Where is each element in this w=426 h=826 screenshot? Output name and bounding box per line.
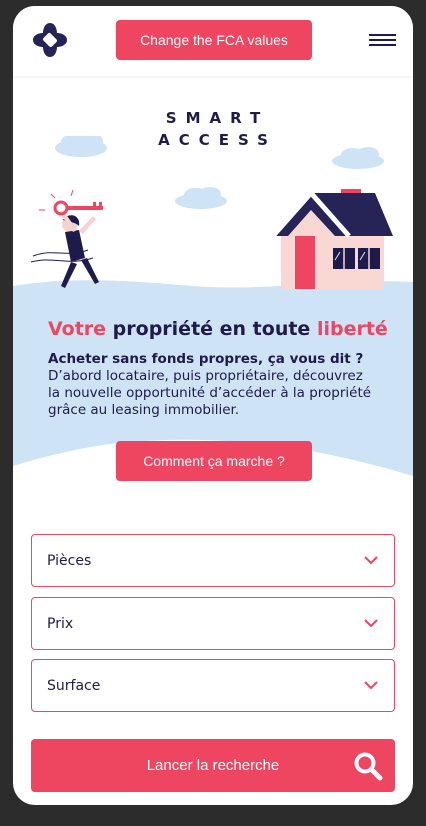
price-select[interactable]: Prix <box>31 597 395 650</box>
smart-access-wordmark: SMART ACCESS <box>13 107 413 151</box>
wordmark-line-2: ACCESS <box>158 131 277 149</box>
wordmark-line-1: SMART <box>165 109 270 127</box>
chevron-down-icon <box>364 556 378 565</box>
headline-accent-end: liberté <box>316 318 388 340</box>
chevron-down-icon <box>364 619 378 628</box>
hero-subheading: Acheter sans fonds propres, ça vous dit … <box>48 351 364 367</box>
select-label: Surface <box>47 678 101 694</box>
change-fca-values-button[interactable]: Change the FCA values <box>116 20 312 60</box>
how-it-works-button[interactable]: Comment ça marche ? <box>116 441 312 481</box>
select-label: Pièces <box>47 553 92 569</box>
hero-body-text: D’abord locataire, puis propriétaire, dé… <box>48 368 372 418</box>
chevron-down-icon <box>364 681 378 690</box>
headline-accent-start: Votre <box>48 318 107 340</box>
phone-screen: Change the FCA values SMART ACCESS Votre… <box>13 6 413 805</box>
surface-select[interactable]: Surface <box>31 659 395 712</box>
select-label: Prix <box>47 616 74 632</box>
brand-logo[interactable] <box>31 21 69 59</box>
rooms-select[interactable]: Pièces <box>31 534 395 587</box>
cloud-icon <box>175 187 227 209</box>
top-navigation-bar: Change the FCA values <box>13 6 413 76</box>
headline-middle: propriété en toute <box>106 318 317 340</box>
house-illustration <box>271 189 393 289</box>
search-button-label: Lancer la recherche <box>146 757 280 774</box>
person-with-key-illustration <box>30 189 103 288</box>
hamburger-menu-icon[interactable] <box>369 34 396 48</box>
launch-search-button[interactable]: Lancer la recherche <box>31 739 395 792</box>
search-icon <box>354 752 383 781</box>
hero-illustration <box>30 136 393 289</box>
hero-headline: Votre propriété en toute liberté <box>48 318 388 340</box>
